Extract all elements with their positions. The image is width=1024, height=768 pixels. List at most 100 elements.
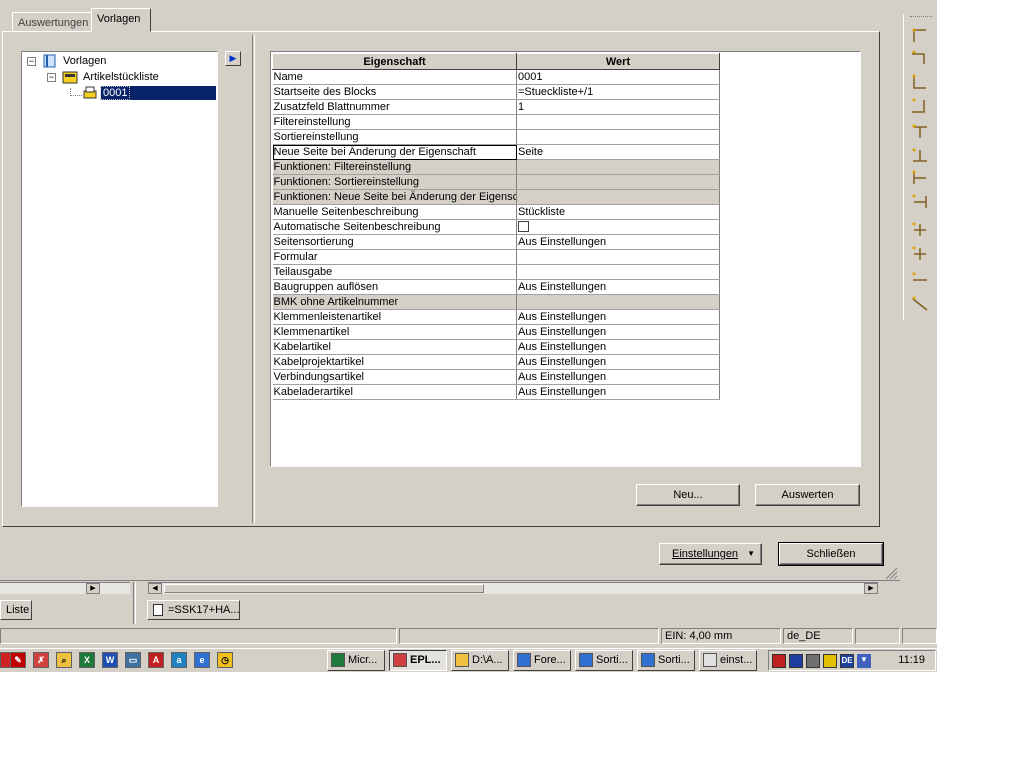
property-value-cell[interactable] xyxy=(516,264,720,280)
excel-icon[interactable]: X xyxy=(79,652,95,668)
table-row[interactable]: Kabeladerartikel Aus Einstellungen xyxy=(272,384,720,400)
schliessen-button[interactable]: Schließen xyxy=(778,542,884,566)
property-value-cell[interactable] xyxy=(516,114,720,130)
connection-symbol-icon[interactable] xyxy=(910,246,930,262)
tab-liste[interactable]: Liste xyxy=(0,600,32,620)
table-row[interactable]: Seitensortierung Aus Einstellungen xyxy=(272,234,720,250)
connection-symbol-icon[interactable] xyxy=(910,148,930,164)
table-row[interactable]: Teilausgabe xyxy=(272,264,720,280)
tray-monitor-icon[interactable] xyxy=(806,654,820,668)
connection-symbol-icon[interactable] xyxy=(910,50,930,66)
scroll-left-icon[interactable]: ◀ xyxy=(148,583,162,594)
word-icon[interactable]: W xyxy=(102,652,118,668)
table-row[interactable]: Funktionen: Sortiereinstellung xyxy=(272,174,720,190)
document-tab[interactable]: =SSK17+HA... xyxy=(147,600,240,620)
clock-app-icon[interactable]: ◷ xyxy=(217,652,233,668)
table-row[interactable]: Filtereinstellung xyxy=(272,114,720,130)
tray-language-icon[interactable]: DE xyxy=(840,654,854,668)
task-sorti-2[interactable]: Sorti... xyxy=(637,650,695,671)
connection-symbol-icon[interactable] xyxy=(910,194,930,210)
property-name-cell[interactable]: Formular xyxy=(272,249,517,265)
property-name-cell[interactable]: Kabeladerartikel xyxy=(272,384,517,400)
property-value-cell[interactable]: Aus Einstellungen xyxy=(516,309,720,325)
scroll-right-icon[interactable]: ▶ xyxy=(86,583,100,594)
einstellungen-button[interactable]: Einstellungen ▼ xyxy=(659,543,762,565)
table-row[interactable]: Startseite des Blocks =Stueckliste+/1 xyxy=(272,84,720,100)
table-row[interactable]: Zusatzfeld Blattnummer 1 xyxy=(272,99,720,115)
table-row[interactable]: BMK ohne Artikelnummer xyxy=(272,294,720,310)
splitter[interactable] xyxy=(252,35,255,523)
property-name-cell[interactable]: Neue Seite bei Änderung der Eigenschaft xyxy=(272,144,517,160)
tab-auswertungen[interactable]: Auswertungen xyxy=(12,12,92,32)
tool-icon[interactable]: ✗ xyxy=(33,652,49,668)
table-row[interactable]: Baugruppen auflösen Aus Einstellungen xyxy=(272,279,720,295)
tab-vorlagen[interactable]: Vorlagen xyxy=(91,8,151,32)
property-name-cell[interactable]: Funktionen: Filtereinstellung xyxy=(272,159,517,175)
property-name-cell[interactable]: Sortiereinstellung xyxy=(272,129,517,145)
internet-explorer-icon[interactable]: e xyxy=(194,652,210,668)
table-row[interactable]: Kabelartikel Aus Einstellungen xyxy=(272,339,720,355)
property-name-cell[interactable]: BMK ohne Artikelnummer xyxy=(272,294,517,310)
property-name-cell[interactable]: Zusatzfeld Blattnummer xyxy=(272,99,517,115)
acrobat-distiller-icon[interactable]: ✎ xyxy=(10,652,26,668)
table-row[interactable]: Formular xyxy=(272,249,720,265)
scroll-right-icon[interactable]: ▶ xyxy=(864,583,878,594)
property-name-cell[interactable]: Seitensortierung xyxy=(272,234,517,250)
property-name-cell[interactable]: Klemmenleistenartikel xyxy=(272,309,517,325)
property-name-cell[interactable]: Filtereinstellung xyxy=(272,114,517,130)
property-value-cell[interactable]: Aus Einstellungen xyxy=(516,234,720,250)
table-row[interactable]: Kabelprojektartikel Aus Einstellungen xyxy=(272,354,720,370)
expand-panel-button[interactable]: ▶ xyxy=(225,51,241,66)
scroll-thumb[interactable] xyxy=(164,584,484,593)
property-value-cell[interactable]: Aus Einstellungen xyxy=(516,339,720,355)
pdf-icon[interactable]: A xyxy=(148,652,164,668)
header-wert[interactable]: Wert xyxy=(516,53,720,70)
header-eigenschaft[interactable]: Eigenschaft xyxy=(272,53,517,70)
property-name-cell[interactable]: Kabelartikel xyxy=(272,339,517,355)
terminal-icon[interactable]: ▭ xyxy=(125,652,141,668)
collapse-icon[interactable]: − xyxy=(27,57,36,66)
property-value-cell[interactable]: 1 xyxy=(516,99,720,115)
property-name-cell[interactable]: Manuelle Seitenbeschreibung xyxy=(272,204,517,220)
tray-security-icon[interactable] xyxy=(789,654,803,668)
collapse-icon[interactable]: − xyxy=(47,73,56,82)
task-explorer[interactable]: D:\A... xyxy=(451,650,509,671)
property-value-cell[interactable] xyxy=(516,129,720,145)
property-value-cell[interactable]: Aus Einstellungen xyxy=(516,354,720,370)
explorer-search-icon[interactable]: ⌕ xyxy=(56,652,72,668)
property-value-cell[interactable]: Stückliste xyxy=(516,204,720,220)
table-row[interactable]: Funktionen: Filtereinstellung xyxy=(272,159,720,175)
connection-symbol-icon[interactable] xyxy=(910,74,930,90)
property-name-cell[interactable]: Funktionen: Sortiereinstellung xyxy=(272,174,517,190)
property-value-cell[interactable] xyxy=(516,219,720,235)
property-value-cell[interactable]: Aus Einstellungen xyxy=(516,384,720,400)
property-name-cell[interactable]: Baugruppen auflösen xyxy=(272,279,517,295)
connection-symbol-icon[interactable] xyxy=(910,272,930,288)
tray-network-icon[interactable] xyxy=(772,654,786,668)
table-row[interactable]: Funktionen: Neue Seite bei Änderung der … xyxy=(272,189,720,205)
table-row[interactable]: Klemmenartikel Aus Einstellungen xyxy=(272,324,720,340)
task-eplan[interactable]: EPL... xyxy=(389,650,447,671)
tree-item-vorlagen[interactable]: Vorlagen xyxy=(63,54,106,68)
application-a-icon[interactable]: a xyxy=(171,652,187,668)
connection-symbol-icon[interactable] xyxy=(910,222,930,238)
task-sorti-1[interactable]: Sorti... xyxy=(575,650,633,671)
task-forum[interactable]: Fore... xyxy=(513,650,571,671)
property-value-cell[interactable]: Seite xyxy=(516,144,720,160)
property-value-cell[interactable]: Aus Einstellungen xyxy=(516,369,720,385)
table-row[interactable]: Manuelle Seitenbeschreibung Stückliste xyxy=(272,204,720,220)
connection-symbol-icon[interactable] xyxy=(910,296,930,312)
tree-item-0001[interactable]: 0001 xyxy=(99,86,216,100)
property-value-cell[interactable]: Aus Einstellungen xyxy=(516,279,720,295)
property-name-cell[interactable]: Funktionen: Neue Seite bei Änderung der … xyxy=(272,189,517,205)
property-name-cell[interactable]: Teilausgabe xyxy=(272,264,517,280)
auswerten-button[interactable]: Auswerten xyxy=(755,484,860,506)
template-tree[interactable]: − Vorlagen − Artikelstückliste 0001 xyxy=(21,51,218,507)
property-value-cell[interactable]: 0001 xyxy=(516,69,720,85)
horizontal-scrollbar-left[interactable]: ▶ xyxy=(0,582,130,594)
horizontal-scrollbar-main[interactable]: ◀ ▶ xyxy=(148,582,878,594)
table-row[interactable]: Neue Seite bei Änderung der Eigenschaft S… xyxy=(272,144,720,160)
property-name-cell[interactable]: Automatische Seitenbeschreibung xyxy=(272,219,517,235)
connection-symbol-icon[interactable] xyxy=(910,98,930,114)
connection-symbol-icon[interactable] xyxy=(910,170,930,186)
